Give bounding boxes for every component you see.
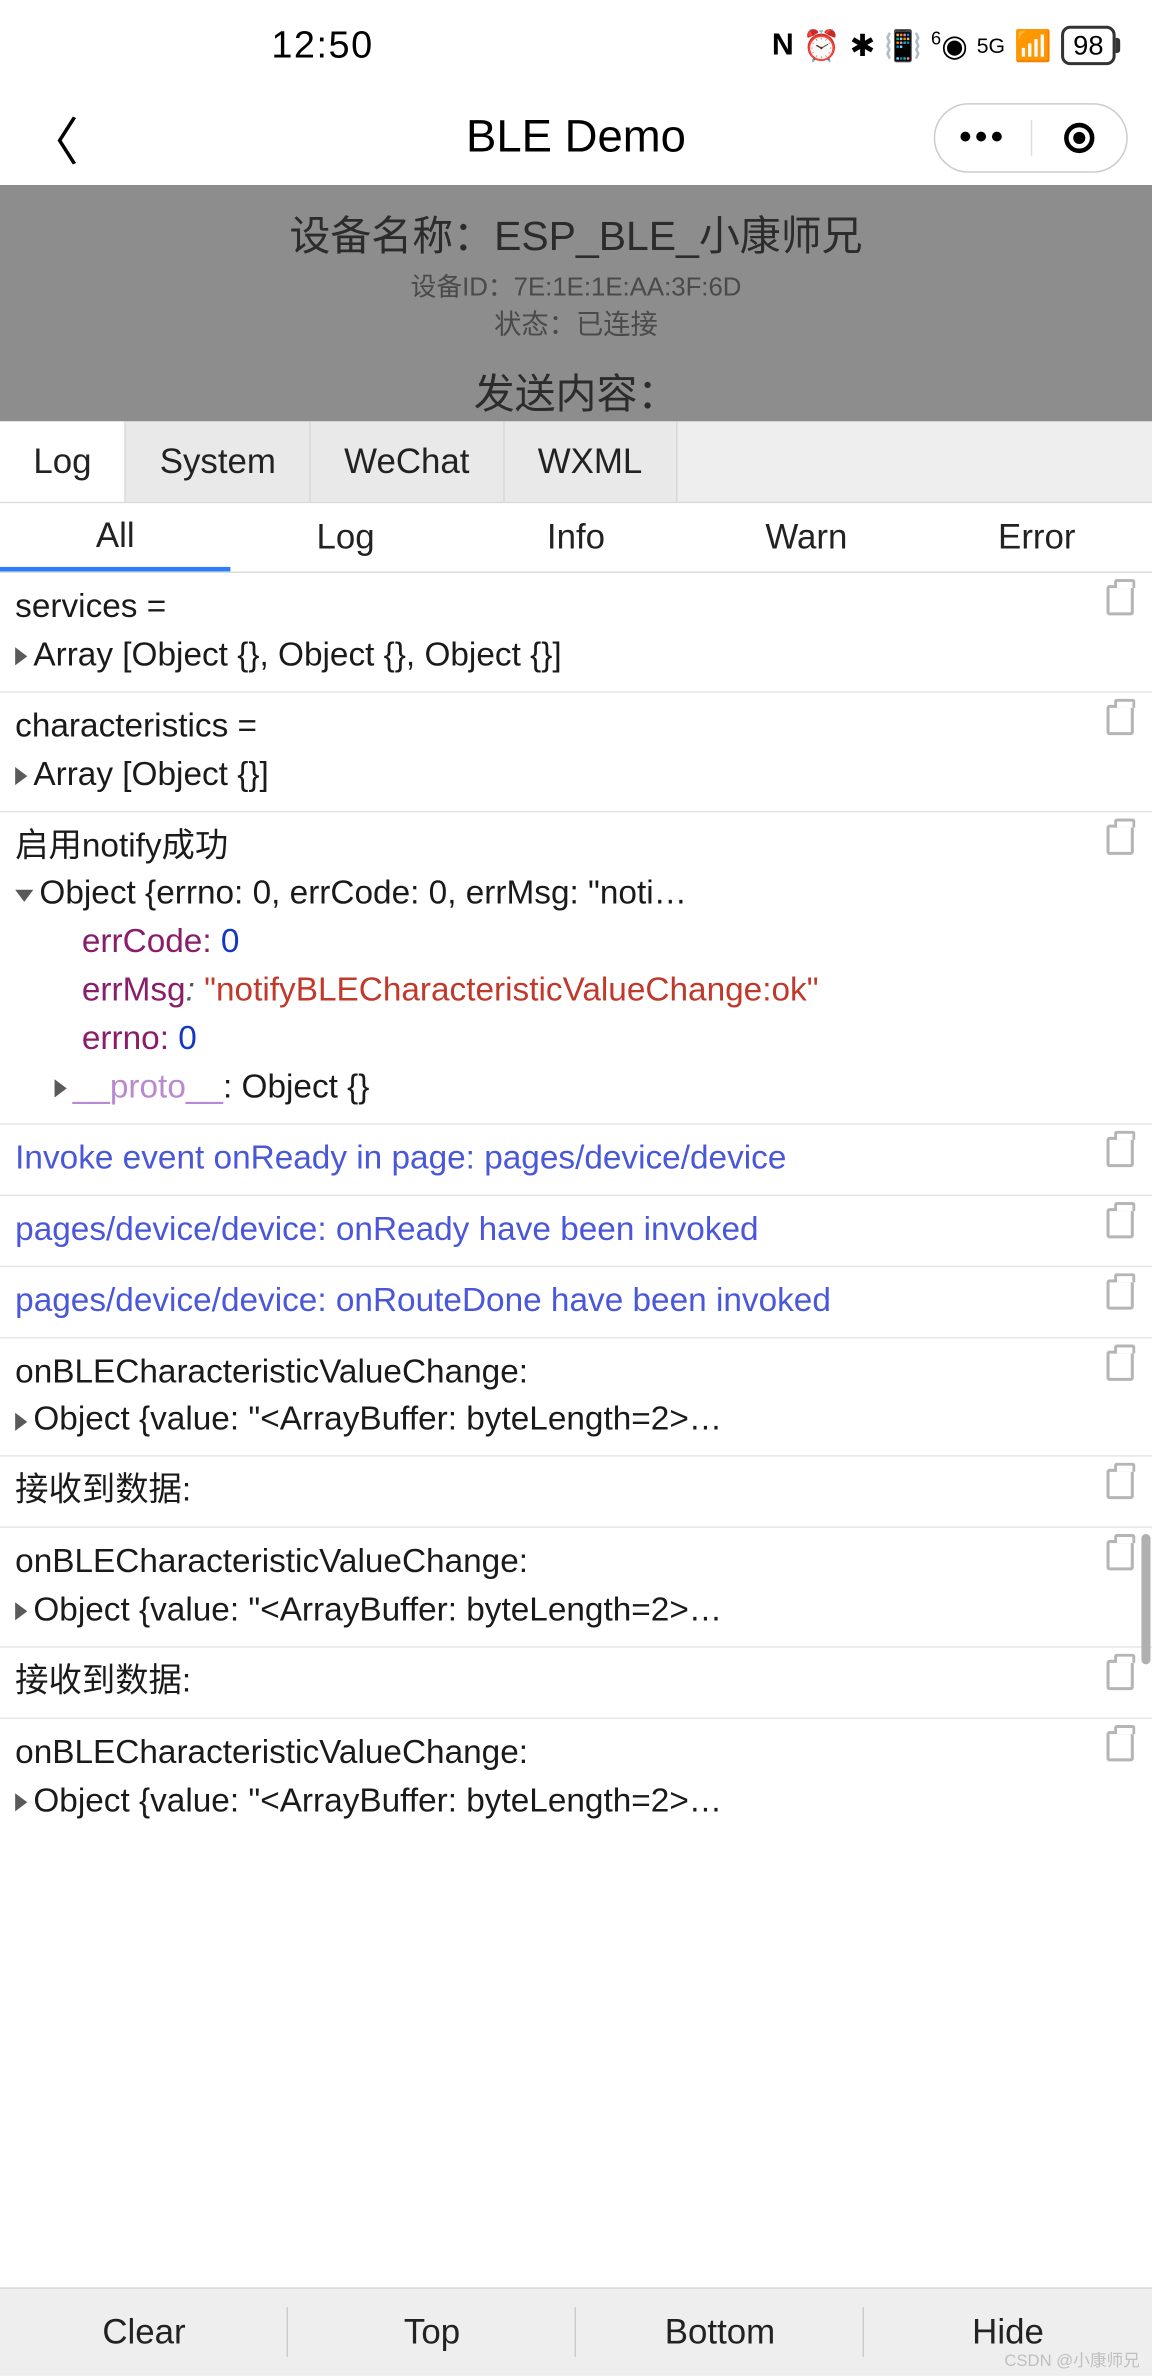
log-entry[interactable]: pages/device/device: onRouteDone have be… bbox=[0, 1267, 1152, 1338]
device-name-label: 设备名称： bbox=[289, 214, 494, 259]
copy-icon[interactable] bbox=[1107, 1279, 1134, 1309]
app-content-dimmed: 设备名称：ESP_BLE_小康师兄 设备ID：7E:1E:1E:AA:3F:6D… bbox=[0, 185, 1152, 421]
object-prop: errMsg: "notifyBLECharacteristicValueCha… bbox=[15, 966, 1137, 1014]
tab-wxml[interactable]: WXML bbox=[504, 421, 677, 501]
device-id-label: 设备ID： bbox=[411, 273, 514, 302]
back-icon[interactable]: 〈 bbox=[27, 101, 79, 175]
log-list[interactable]: services = Array [Object {}, Object {}, … bbox=[0, 573, 1152, 1837]
collapse-icon[interactable] bbox=[15, 889, 33, 901]
log-line[interactable]: Object {value: "<ArrayBuffer: byteLength… bbox=[15, 1776, 1137, 1824]
log-entry[interactable]: Invoke event onReady in page: pages/devi… bbox=[0, 1125, 1152, 1196]
log-line[interactable]: Object {errno: 0, errCode: 0, errMsg: "n… bbox=[15, 869, 1137, 917]
device-state-label: 状态： bbox=[494, 309, 576, 339]
capsule-menu-button[interactable]: ••• bbox=[935, 105, 1030, 172]
signal-bars-icon: 📶 bbox=[1014, 27, 1052, 65]
log-line: services = bbox=[15, 582, 1137, 630]
top-button[interactable]: Top bbox=[288, 2289, 576, 2375]
tab-log[interactable]: Log bbox=[0, 421, 126, 501]
object-proto[interactable]: __proto__: Object {} bbox=[15, 1063, 1137, 1111]
device-id-row: 设备ID：7E:1E:1E:AA:3F:6D bbox=[0, 265, 1152, 303]
log-line: characteristics = bbox=[15, 701, 1137, 749]
log-entry[interactable]: pages/device/device: onReady have been i… bbox=[0, 1196, 1152, 1267]
nfc-icon: N bbox=[772, 28, 794, 63]
expand-icon[interactable] bbox=[15, 1412, 27, 1430]
expand-icon[interactable] bbox=[15, 1603, 27, 1621]
log-line: onBLECharacteristicValueChange: bbox=[15, 1537, 1137, 1585]
log-line[interactable]: Object {value: "<ArrayBuffer: byteLength… bbox=[15, 1586, 1137, 1634]
scrollbar-thumb[interactable] bbox=[1141, 1534, 1150, 1664]
log-line[interactable]: Array [Object {}, Object {}, Object {}] bbox=[15, 630, 1137, 678]
log-line[interactable]: Array [Object {}] bbox=[15, 750, 1137, 798]
vibrate-icon: 📳 bbox=[884, 27, 922, 65]
nav-bar: 〈 BLE Demo ••• bbox=[0, 91, 1152, 185]
devtools-primary-tabs: Log System WeChat WXML bbox=[0, 421, 1152, 503]
expand-icon[interactable] bbox=[15, 647, 27, 665]
object-prop: errCode: 0 bbox=[15, 918, 1137, 966]
status-icons: N ⏰ ✱ 📳 6◉ 5G 📶 98 bbox=[772, 26, 1116, 65]
device-state-row: 状态：已连接 bbox=[0, 303, 1152, 342]
tab-system[interactable]: System bbox=[126, 421, 310, 501]
copy-icon[interactable] bbox=[1107, 1660, 1134, 1690]
log-filter-tabs: All Log Info Warn Error bbox=[0, 503, 1152, 573]
device-name-row: 设备名称：ESP_BLE_小康师兄 bbox=[0, 203, 1152, 262]
devtools-toolbar: Clear Top Bottom Hide bbox=[0, 2287, 1152, 2375]
expand-icon[interactable] bbox=[55, 1080, 67, 1098]
filter-warn[interactable]: Warn bbox=[691, 503, 921, 571]
bottom-button[interactable]: Bottom bbox=[576, 2289, 864, 2375]
target-icon bbox=[1064, 123, 1094, 153]
copy-icon[interactable] bbox=[1107, 585, 1134, 615]
expand-icon[interactable] bbox=[15, 1793, 27, 1811]
bluetooth-icon: ✱ bbox=[850, 27, 875, 65]
copy-icon[interactable] bbox=[1107, 1137, 1134, 1167]
log-entry[interactable]: onBLECharacteristicValueChange: Object {… bbox=[0, 1338, 1152, 1457]
tab-wechat[interactable]: WeChat bbox=[311, 421, 505, 501]
log-line: onBLECharacteristicValueChange: bbox=[15, 1347, 1137, 1395]
log-entry[interactable]: characteristics = Array [Object {}] bbox=[0, 692, 1152, 811]
log-line[interactable]: Object {value: "<ArrayBuffer: byteLength… bbox=[15, 1395, 1137, 1443]
log-entry[interactable]: onBLECharacteristicValueChange: Object {… bbox=[0, 1719, 1152, 1837]
send-content-label: 发送内容： bbox=[0, 361, 1152, 420]
log-line: pages/device/device: onReady have been i… bbox=[15, 1205, 1137, 1253]
copy-icon[interactable] bbox=[1107, 705, 1134, 735]
wifi-icon: 6◉ bbox=[931, 27, 968, 65]
copy-icon[interactable] bbox=[1107, 1469, 1134, 1499]
status-bar: 12:50 N ⏰ ✱ 📳 6◉ 5G 📶 98 bbox=[0, 0, 1152, 91]
log-entry[interactable]: 启用notify成功 Object {errno: 0, errCode: 0,… bbox=[0, 812, 1152, 1125]
copy-icon[interactable] bbox=[1107, 1350, 1134, 1380]
signal-5g-icon: 5G bbox=[977, 33, 1005, 57]
filter-log[interactable]: Log bbox=[230, 503, 460, 571]
more-icon: ••• bbox=[959, 130, 1006, 145]
filter-error[interactable]: Error bbox=[922, 503, 1152, 571]
copy-icon[interactable] bbox=[1107, 1208, 1134, 1238]
alarm-icon: ⏰ bbox=[803, 27, 841, 65]
device-state-value: 已连接 bbox=[576, 309, 658, 339]
device-name-value: ESP_BLE_小康师兄 bbox=[494, 214, 862, 259]
expand-icon[interactable] bbox=[15, 767, 27, 785]
device-id-value: 7E:1E:1E:AA:3F:6D bbox=[514, 273, 742, 302]
log-entry[interactable]: services = Array [Object {}, Object {}, … bbox=[0, 573, 1152, 692]
wechat-capsule: ••• bbox=[934, 103, 1128, 173]
copy-icon[interactable] bbox=[1107, 1540, 1134, 1570]
copy-icon[interactable] bbox=[1107, 824, 1134, 854]
status-time: 12:50 bbox=[271, 23, 373, 67]
log-entry[interactable]: 接收到数据: bbox=[0, 1457, 1152, 1528]
watermark: CSDN @小康师兄 bbox=[1004, 2348, 1140, 2372]
copy-icon[interactable] bbox=[1107, 1731, 1134, 1761]
capsule-close-button[interactable] bbox=[1032, 105, 1127, 172]
log-line: 接收到数据: bbox=[15, 1466, 1137, 1514]
filter-info[interactable]: Info bbox=[461, 503, 691, 571]
filter-all[interactable]: All bbox=[0, 503, 230, 571]
object-prop: errno: 0 bbox=[15, 1014, 1137, 1062]
log-line: 启用notify成功 bbox=[15, 821, 1137, 869]
clear-button[interactable]: Clear bbox=[0, 2289, 288, 2375]
log-line: onBLECharacteristicValueChange: bbox=[15, 1728, 1137, 1776]
log-line: pages/device/device: onRouteDone have be… bbox=[15, 1276, 1137, 1324]
log-entry[interactable]: onBLECharacteristicValueChange: Object {… bbox=[0, 1528, 1152, 1647]
log-line: Invoke event onReady in page: pages/devi… bbox=[15, 1134, 1137, 1182]
battery-icon: 98 bbox=[1061, 26, 1116, 65]
log-line: 接收到数据: bbox=[15, 1657, 1137, 1705]
log-entry[interactable]: 接收到数据: bbox=[0, 1648, 1152, 1719]
